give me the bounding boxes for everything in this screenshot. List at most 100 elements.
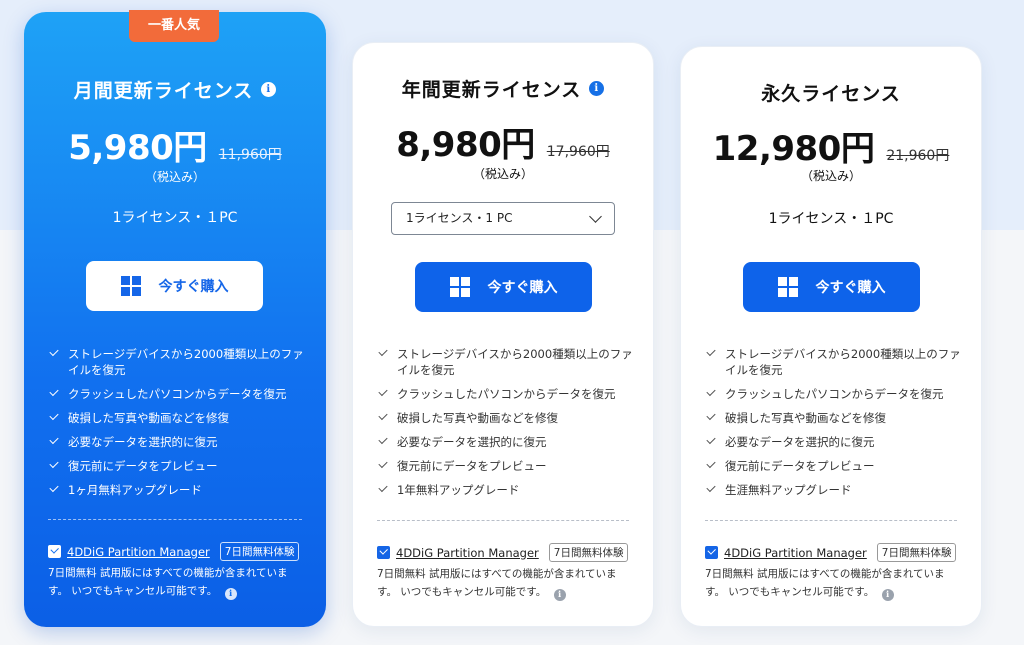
feature-item: クラッシュしたパソコンからデータを復元 <box>705 386 965 402</box>
feature-item: 1年無料アップグレード <box>377 482 637 498</box>
original-price: 17,960円 <box>546 144 610 160</box>
plan-title: 年間更新ライセンス i <box>353 75 653 102</box>
feature-item: ストレージデバイスから2000種類以上のファイルを復元 <box>377 346 637 378</box>
feature-item: クラッシュしたパソコンからデータを復元 <box>377 386 637 402</box>
check-icon <box>706 410 716 421</box>
plan-title-text: 月間更新ライセンス <box>73 80 254 102</box>
check-icon <box>378 346 388 357</box>
buy-now-button[interactable]: 今すぐ購入 <box>415 262 592 312</box>
plan-title-text: 年間更新ライセンス <box>401 79 582 101</box>
check-icon <box>49 346 59 357</box>
original-price: 21,960円 <box>886 148 950 164</box>
trial-note-text: 7日間無料 試用版にはすべての機能が含まれています。 いつでもキャンセル可能です… <box>705 568 945 598</box>
check-icon <box>706 434 716 445</box>
check-icon <box>49 434 59 445</box>
check-icon <box>49 458 59 469</box>
feature-item: 必要なデータを選択的に復元 <box>377 434 637 450</box>
price-row: 12,980円 21,960円 <box>681 121 981 170</box>
feature-list: ストレージデバイスから2000種類以上のファイルを復元 クラッシュしたパソコンか… <box>377 346 637 506</box>
trial-note-text: 7日間無料 試用版にはすべての機能が含まれています。 いつでもキャンセル可能です… <box>377 568 617 598</box>
trial-tag: 7日間無料体験 <box>548 543 629 562</box>
price-row: 8,980円 17,960円 <box>353 117 653 166</box>
pricing-card-lifetime: 永久ライセンス 12,980円 21,960円 （税込み） 1ライセンス・１PC… <box>680 46 982 627</box>
plan-title: 永久ライセンス <box>681 79 981 106</box>
info-icon[interactable]: i <box>224 588 237 600</box>
pricing-card-monthly: 一番人気 月間更新ライセンス i 5,980円 11,960円 （税込み） 1ラ… <box>24 10 326 627</box>
feature-item: 1ヶ月無料アップグレード <box>48 482 310 498</box>
trial-tag: 7日間無料体験 <box>876 543 957 562</box>
check-icon <box>706 458 716 469</box>
trial-note: 7日間無料 試用版にはすべての機能が含まれています。 いつでもキャンセル可能です… <box>705 565 961 601</box>
feature-item: クラッシュしたパソコンからデータを復元 <box>48 386 310 402</box>
check-icon <box>378 482 388 493</box>
windows-icon <box>120 276 141 296</box>
price-row: 5,980円 11,960円 <box>24 120 326 169</box>
pricing-card-yearly: 年間更新ライセンス i 8,980円 17,960円 （税込み） 1ライセンス・… <box>352 42 654 627</box>
check-icon <box>706 386 716 397</box>
check-icon <box>49 386 59 397</box>
license-select-value: 1ライセンス・1 PC <box>406 211 513 225</box>
check-icon <box>706 346 716 357</box>
popular-badge: 一番人気 <box>129 10 219 42</box>
tax-note: （税込み） <box>144 170 205 184</box>
feature-list: ストレージデバイスから2000種類以上のファイルを復元 クラッシュしたパソコンか… <box>705 346 965 506</box>
info-icon[interactable]: i <box>261 82 277 97</box>
addon-checkbox[interactable] <box>705 546 718 559</box>
feature-list: ストレージデバイスから2000種類以上のファイルを復元 クラッシュしたパソコンか… <box>48 346 310 506</box>
addon-name[interactable]: 4DDiG Partition Manager <box>724 546 867 560</box>
windows-icon <box>777 277 798 297</box>
current-price: 5,980円 <box>68 128 207 168</box>
feature-item: 復元前にデータをプレビュー <box>377 458 637 474</box>
plan-title-text: 永久ライセンス <box>761 83 901 105</box>
divider <box>705 520 957 521</box>
license-text: 1ライセンス・１PC <box>768 211 894 227</box>
divider <box>48 519 302 520</box>
addon-row: 4DDiG Partition Manager 7日間無料体験 <box>705 543 971 562</box>
feature-item: 生涯無料アップグレード <box>705 482 965 498</box>
feature-item: 破損した写真や動画などを修復 <box>48 410 310 426</box>
plan-title: 月間更新ライセンス i <box>24 76 326 103</box>
current-price: 12,980円 <box>712 129 875 169</box>
windows-icon <box>449 277 470 297</box>
info-icon[interactable]: i <box>553 589 566 601</box>
addon-name[interactable]: 4DDiG Partition Manager <box>396 546 539 560</box>
original-price: 11,960円 <box>218 147 282 163</box>
addon-row: 4DDiG Partition Manager 7日間無料体験 <box>377 543 643 562</box>
check-icon <box>378 410 388 421</box>
tax-note: （税込み） <box>800 169 861 183</box>
license-text: 1ライセンス・１PC <box>112 210 238 226</box>
buy-now-label: 今すぐ購入 <box>487 280 558 296</box>
addon-row: 4DDiG Partition Manager 7日間無料体験 <box>48 542 316 561</box>
feature-item: 復元前にデータをプレビュー <box>48 458 310 474</box>
addon-checkbox[interactable] <box>377 546 390 559</box>
check-icon <box>378 434 388 445</box>
trial-note: 7日間無料 試用版にはすべての機能が含まれています。 いつでもキャンセル可能です… <box>377 565 633 601</box>
chevron-down-icon <box>589 210 602 223</box>
feature-item: 破損した写真や動画などを修復 <box>705 410 965 426</box>
buy-now-button[interactable]: 今すぐ購入 <box>743 262 920 312</box>
current-price: 8,980円 <box>396 125 535 165</box>
check-icon <box>378 386 388 397</box>
buy-now-button[interactable]: 今すぐ購入 <box>86 261 263 311</box>
buy-now-label: 今すぐ購入 <box>158 279 229 295</box>
trial-tag: 7日間無料体験 <box>219 542 300 561</box>
info-icon[interactable]: i <box>881 589 894 601</box>
tax-note: （税込み） <box>472 167 533 181</box>
feature-item: 必要なデータを選択的に復元 <box>48 434 310 450</box>
addon-checkbox[interactable] <box>48 545 61 558</box>
check-icon <box>378 458 388 469</box>
info-icon[interactable]: i <box>589 81 605 96</box>
trial-note: 7日間無料 試用版にはすべての機能が含まれています。 いつでもキャンセル可能です… <box>48 564 306 600</box>
feature-item: ストレージデバイスから2000種類以上のファイルを復元 <box>48 346 310 378</box>
feature-item: 破損した写真や動画などを修復 <box>377 410 637 426</box>
check-icon <box>706 482 716 493</box>
check-icon <box>49 410 59 421</box>
trial-note-text: 7日間無料 試用版にはすべての機能が含まれています。 いつでもキャンセル可能です… <box>48 567 288 597</box>
addon-name[interactable]: 4DDiG Partition Manager <box>67 545 210 559</box>
feature-item: ストレージデバイスから2000種類以上のファイルを復元 <box>705 346 965 378</box>
check-icon <box>49 482 59 493</box>
buy-now-label: 今すぐ購入 <box>815 280 886 296</box>
feature-item: 必要なデータを選択的に復元 <box>705 434 965 450</box>
feature-item: 復元前にデータをプレビュー <box>705 458 965 474</box>
license-select[interactable]: 1ライセンス・1 PC <box>391 202 615 235</box>
